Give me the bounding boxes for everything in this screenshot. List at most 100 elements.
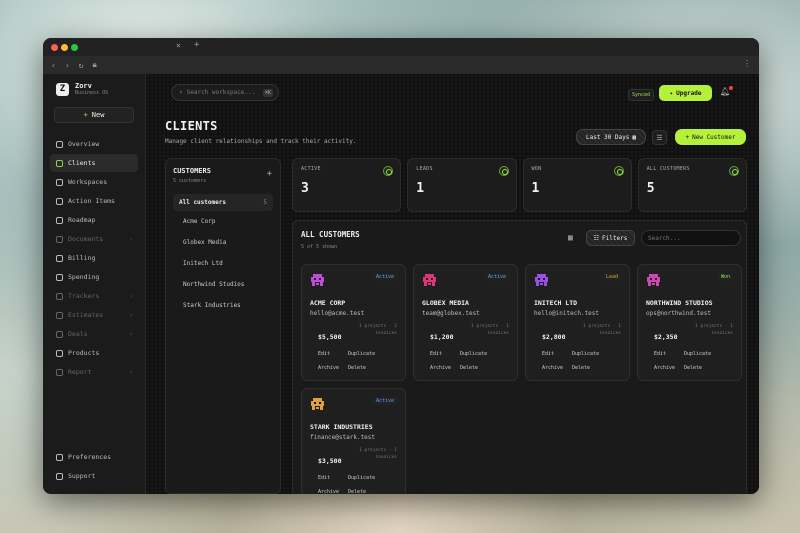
- sidebar-item-overview[interactable]: Overview: [50, 135, 138, 153]
- main-content: ⌕ Search workspace... ⌘K Synced ✦ Upgrade 🔔…: [146, 74, 759, 494]
- sidebar-item-workspaces[interactable]: Workspaces: [50, 173, 138, 191]
- new-button[interactable]: + New: [54, 107, 134, 123]
- notifications-button[interactable]: 🔔︎: [720, 86, 734, 96]
- date-range-label: Last 30 Days: [586, 133, 630, 141]
- invoices-label: invoices: [711, 331, 733, 336]
- sidebar-item-documents[interactable]: Documents ›: [50, 230, 138, 248]
- target-icon: [383, 166, 394, 176]
- sidebar-item-label: Clients: [68, 159, 96, 167]
- customer-list-item[interactable]: Stark Industries: [173, 295, 273, 316]
- upgrade-button[interactable]: ✦ Upgrade: [659, 85, 712, 101]
- edit-button[interactable]: Edit: [318, 475, 348, 481]
- sidebar-item-estimates[interactable]: Estimates ›: [50, 306, 138, 324]
- edit-button[interactable]: Edit: [654, 351, 684, 357]
- customer-card[interactable]: Active STARK INDUSTRIES finance@stark.test…: [301, 388, 406, 494]
- brand: Z Zorv Business OS: [56, 82, 138, 96]
- archive-button[interactable]: Archive: [430, 365, 460, 371]
- edit-button[interactable]: Edit: [318, 351, 348, 357]
- grid-view-icon[interactable]: ▦: [568, 233, 573, 242]
- customer-card[interactable]: Won NORTHWIND STUDIOS ops@northwind.test 1 …: [637, 264, 742, 381]
- search-input[interactable]: ⌕ Search workspace... ⌘K: [171, 84, 279, 101]
- customer-card[interactable]: Lead INITECH LTD hello@initech.test 1 proje…: [525, 264, 630, 381]
- sidebar-item-label: Billing: [68, 254, 96, 262]
- stats-row: ACTIVE 3 LEADS 1 WON 1 ALL CUSTOMERS 5: [292, 158, 747, 212]
- duplicate-button[interactable]: Duplicate: [348, 351, 388, 357]
- customer-list-item[interactable]: Initech Ltd: [173, 253, 273, 274]
- nav-icon: [56, 140, 63, 148]
- filters-button[interactable]: ☷ Filters: [586, 230, 635, 246]
- sidebar-item-preferences[interactable]: Preferences: [50, 448, 138, 466]
- customer-card-meta: 1 projects · 2 invoices: [359, 323, 397, 337]
- tab-close-icon[interactable]: ×: [176, 41, 181, 50]
- duplicate-button[interactable]: Duplicate: [572, 351, 612, 357]
- invoices-label: invoices: [487, 331, 509, 336]
- calendar-icon: ▦: [632, 133, 636, 141]
- delete-button[interactable]: Delete: [460, 365, 500, 371]
- projects-count: 1 projects · 2: [359, 324, 397, 329]
- minimize-window-button[interactable]: [61, 43, 68, 51]
- sidebar-item-deals[interactable]: Deals ›: [50, 325, 138, 343]
- delete-button[interactable]: Delete: [348, 365, 388, 371]
- new-tab-button[interactable]: +: [194, 40, 199, 50]
- edit-button[interactable]: Edit: [430, 351, 460, 357]
- customer-card-email: hello@initech.test: [534, 310, 600, 317]
- back-icon[interactable]: ‹: [51, 61, 56, 70]
- duplicate-button[interactable]: Duplicate: [348, 475, 388, 481]
- stat-card: WON 1: [522, 158, 632, 212]
- nav-icon: [56, 292, 63, 300]
- sidebar-item-clients[interactable]: Clients: [50, 154, 138, 172]
- sidebar-item-label: Support: [68, 472, 96, 480]
- chevron-right-icon: ›: [129, 292, 133, 300]
- sidebar-item-billing[interactable]: Billing: [50, 249, 138, 267]
- archive-button[interactable]: Archive: [318, 489, 348, 494]
- sidebar-item-spending[interactable]: Spending: [50, 268, 138, 286]
- duplicate-button[interactable]: Duplicate: [684, 351, 724, 357]
- delete-button[interactable]: Delete: [348, 489, 388, 494]
- close-window-button[interactable]: [51, 43, 58, 51]
- all-customers-panel: ALL CUSTOMERS 5 of 5 shown ▦ ☷ Filters Se…: [292, 220, 747, 494]
- sidebar-item-label: Action Items: [68, 197, 115, 205]
- customer-search-input[interactable]: Search...: [641, 230, 741, 246]
- sparkle-icon: ✦: [669, 89, 674, 97]
- customer-name: Stark Industries: [183, 302, 241, 309]
- sidebar-item-label: Estimates: [68, 311, 104, 319]
- stat-card: ALL CUSTOMERS 5: [637, 158, 747, 212]
- customer-list-item[interactable]: Northwind Studios: [173, 274, 273, 295]
- browser-menu-icon[interactable]: ⋮: [743, 59, 751, 68]
- stat-label: LEADS: [416, 166, 433, 172]
- customer-card[interactable]: Active GLOBEX MEDIA team@globex.test 1 proj…: [413, 264, 518, 381]
- sidebar-item-products[interactable]: Products: [50, 344, 138, 362]
- maximize-window-button[interactable]: [71, 43, 78, 51]
- customer-list-item[interactable]: Globex Media: [173, 232, 273, 253]
- delete-button[interactable]: Delete: [684, 365, 724, 371]
- archive-button[interactable]: Archive: [542, 365, 572, 371]
- customer-avatar-icon: [310, 271, 325, 288]
- add-customer-icon[interactable]: +: [267, 169, 272, 179]
- all-customers-filter[interactable]: All customers 5: [173, 194, 273, 211]
- sidebar-item-support[interactable]: Support: [50, 467, 138, 485]
- sidebar-item-report[interactable]: Report ›: [50, 363, 138, 381]
- forward-icon[interactable]: ›: [65, 61, 70, 70]
- projects-count: 1 projects · 1: [359, 448, 397, 453]
- customer-list-item[interactable]: Acme Corp: [173, 211, 273, 232]
- customer-card-name: STARK INDUSTRIES: [310, 423, 373, 431]
- reload-icon[interactable]: ↻: [79, 61, 84, 70]
- customer-card[interactable]: Active ACME CORP hello@acme.test 1 projects…: [301, 264, 406, 381]
- sidebar-item-trackers[interactable]: Trackers ›: [50, 287, 138, 305]
- duplicate-button[interactable]: Duplicate: [460, 351, 500, 357]
- date-range-button[interactable]: Last 30 Days ▦: [576, 129, 646, 145]
- sidebar-item-action-items[interactable]: Action Items: [50, 192, 138, 210]
- archive-button[interactable]: Archive: [654, 365, 684, 371]
- card-actions: Edit Duplicate Archive Delete: [654, 351, 724, 371]
- view-settings-button[interactable]: ☰: [652, 130, 667, 145]
- edit-button[interactable]: Edit: [542, 351, 572, 357]
- card-actions: Edit Duplicate Archive Delete: [318, 475, 388, 494]
- nav-icon: [56, 311, 63, 319]
- browser-window: × + ‹ › ↻ 🔒︎ ⋮ Z Zorv Business OS + New O…: [43, 38, 759, 494]
- new-customer-button[interactable]: + New Customer: [675, 129, 746, 145]
- customers-count: 5 customers: [173, 178, 207, 184]
- archive-button[interactable]: Archive: [318, 365, 348, 371]
- sidebar-item-label: Workspaces: [68, 178, 108, 186]
- sidebar-item-roadmap[interactable]: Roadmap: [50, 211, 138, 229]
- delete-button[interactable]: Delete: [572, 365, 612, 371]
